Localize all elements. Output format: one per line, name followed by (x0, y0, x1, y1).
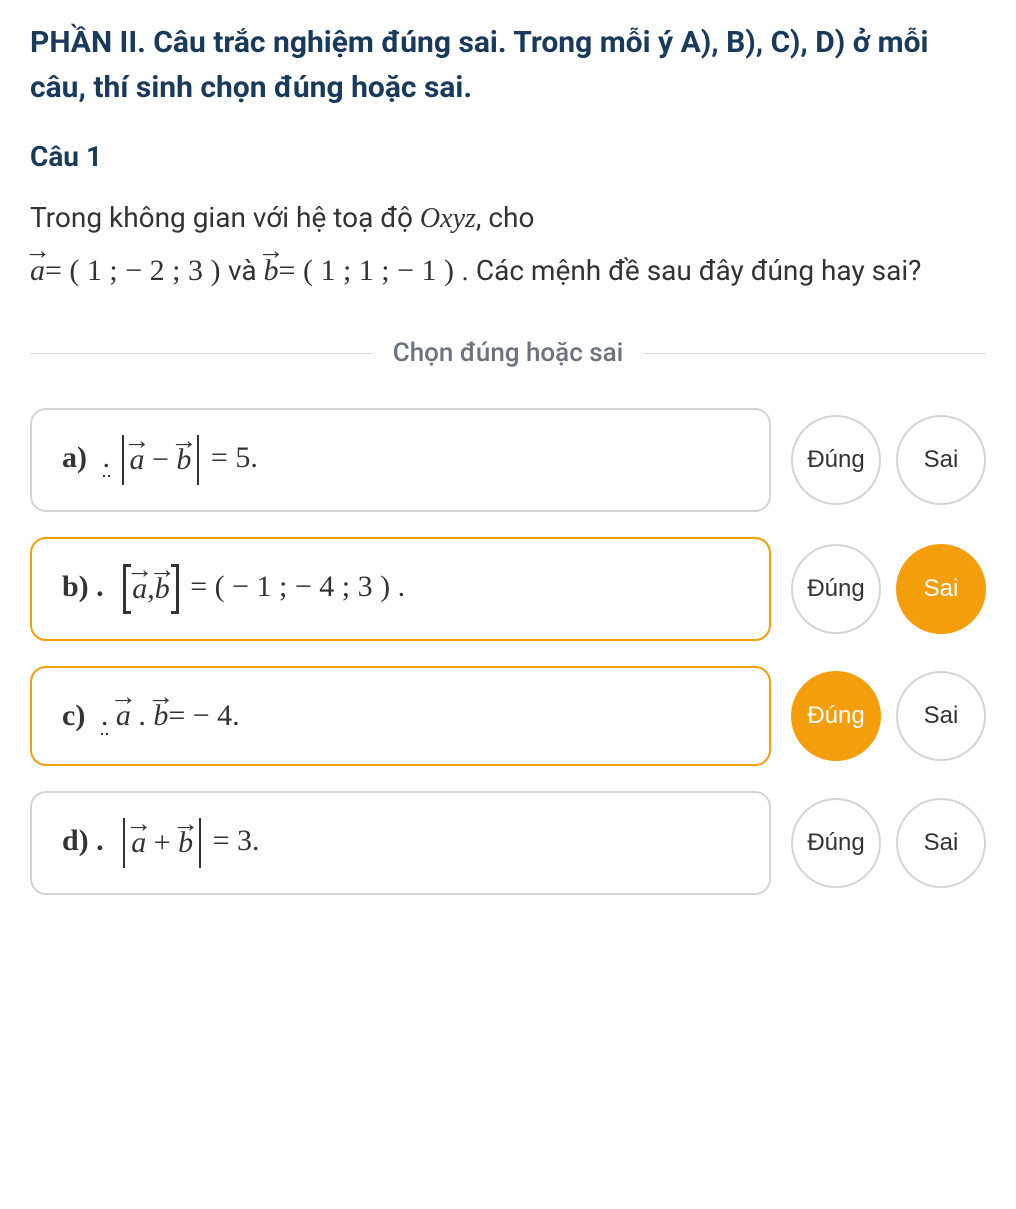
false-button-c[interactable]: Sai (896, 671, 986, 761)
vector-b-symbol: b (264, 244, 279, 298)
opt-c-vec-a: a (116, 699, 131, 733)
opt-c-vec-b: b (153, 699, 168, 733)
vector-a-value: = ( 1 ; − 2 ; 3 ) (45, 254, 221, 287)
divider-line-left (30, 353, 373, 354)
true-button-c[interactable]: Đúng (791, 671, 881, 761)
false-button-d[interactable]: Sai (896, 798, 986, 888)
opt-d-vec-a: a (131, 826, 146, 860)
opt-a-vec-a: a (130, 443, 145, 477)
section-title: PHẦN II. Câu trắc nghiệm đúng sai. Trong… (30, 20, 986, 110)
question-text-part2: , cho (476, 201, 535, 234)
option-row-d: d) . a + b = 3. Đúng Sai (30, 791, 986, 895)
false-button-a[interactable]: Sai (896, 415, 986, 505)
true-button-a[interactable]: Đúng (791, 415, 881, 505)
option-label-b: b) . (62, 570, 111, 603)
option-box-a[interactable]: a) . a − b = 5. (30, 408, 771, 512)
vector-b-value: = ( 1 ; 1 ; − 1 ) (279, 254, 455, 287)
btn-group-a: Đúng Sai (791, 415, 986, 505)
opt-c-eq: = − 4. (168, 699, 239, 732)
opt-b-vec-a: a (132, 572, 147, 606)
option-row-c: c) . a . b= − 4. Đúng Sai (30, 666, 986, 766)
question-text-part3: . Các mệnh đề sau đây đúng hay sai? (462, 254, 922, 287)
coord-system: Oxyz (420, 203, 476, 234)
btn-group-c: Đúng Sai (791, 671, 986, 761)
divider-line-right (643, 353, 986, 354)
opt-b-vec-b: b (155, 572, 170, 606)
question-number: Câu 1 (30, 140, 986, 173)
btn-group-d: Đúng Sai (791, 798, 986, 888)
opt-b-eq: = ( − 1 ; − 4 ; 3 ) . (183, 570, 405, 603)
option-label-d: d) . (62, 824, 111, 857)
option-box-b[interactable]: b) . a,b = ( − 1 ; − 4 ; 3 ) . (30, 537, 771, 641)
opt-a-vec-b: b (176, 443, 191, 477)
opt-a-minus: − (152, 443, 169, 476)
opt-a-eq: = 5. (203, 441, 257, 474)
true-button-b[interactable]: Đúng (791, 544, 881, 634)
option-row-a: a) . a − b = 5. Đúng Sai (30, 408, 986, 512)
option-box-c[interactable]: c) . a . b= − 4. (30, 666, 771, 766)
false-button-b[interactable]: Sai (896, 544, 986, 634)
btn-group-b: Đúng Sai (791, 544, 986, 634)
option-row-b: b) . a,b = ( − 1 ; − 4 ; 3 ) . Đúng Sai (30, 537, 986, 641)
option-label-c: c) (62, 699, 93, 732)
question-text-part1: Trong không gian với hệ toạ độ (30, 201, 420, 234)
opt-d-vec-b: b (178, 826, 193, 860)
opt-d-plus: + (154, 826, 171, 859)
divider-text: Chọn đúng hoặc sai (373, 338, 644, 368)
divider-row: Chọn đúng hoặc sai (30, 338, 986, 368)
opt-d-eq: = 3. (205, 824, 259, 857)
option-box-d[interactable]: d) . a + b = 3. (30, 791, 771, 895)
opt-c-dot: . (138, 699, 146, 732)
true-button-d[interactable]: Đúng (791, 798, 881, 888)
option-label-a: a) (62, 441, 95, 474)
vector-a-symbol: a (30, 244, 45, 298)
question-text: Trong không gian với hệ toạ độ Oxyz, cho… (30, 193, 986, 298)
